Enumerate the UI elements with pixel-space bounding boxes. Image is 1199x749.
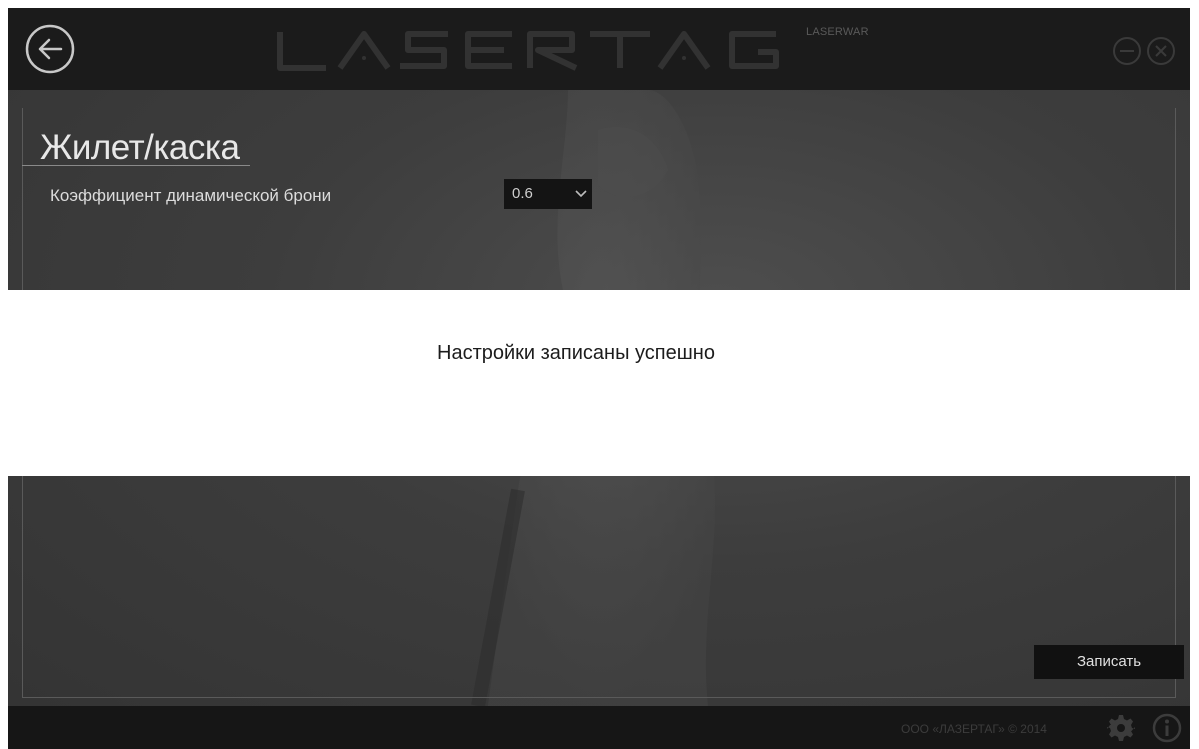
success-dialog[interactable]: Настройки записаны успешно (8, 290, 1190, 476)
minimize-button[interactable] (1112, 36, 1142, 66)
page-title: Жилет/каска (40, 128, 240, 167)
footer-bar: ООО «ЛАЗЕРТАГ» © 2014 (8, 706, 1190, 749)
copyright-text: ООО «ЛАЗЕРТАГ» © 2014 (901, 722, 1047, 736)
chevron-down-icon (575, 190, 587, 198)
x-circle-icon (1147, 37, 1175, 65)
armor-coefficient-label: Коэффициент динамической брони (50, 186, 332, 205)
title-divider (22, 165, 250, 166)
armor-coefficient-select[interactable]: 0.6 (504, 179, 592, 209)
settings-button[interactable] (1107, 714, 1135, 742)
close-button[interactable] (1146, 36, 1176, 66)
armor-coefficient-value: 0.6 (512, 185, 533, 202)
write-settings-button[interactable]: Записать (1034, 645, 1184, 679)
arrow-left-circle-icon (25, 24, 75, 74)
info-button[interactable] (1152, 713, 1182, 743)
logo-subtitle: LASERWAR (806, 26, 869, 38)
minus-circle-icon (1113, 37, 1141, 65)
laser-tag-logo (277, 31, 779, 71)
dialog-message: Настройки записаны успешно (437, 342, 715, 364)
title-bar: LASERWAR (8, 8, 1190, 90)
info-circle-icon (1152, 713, 1182, 743)
back-button[interactable] (24, 23, 76, 75)
gear-icon (1107, 715, 1135, 741)
